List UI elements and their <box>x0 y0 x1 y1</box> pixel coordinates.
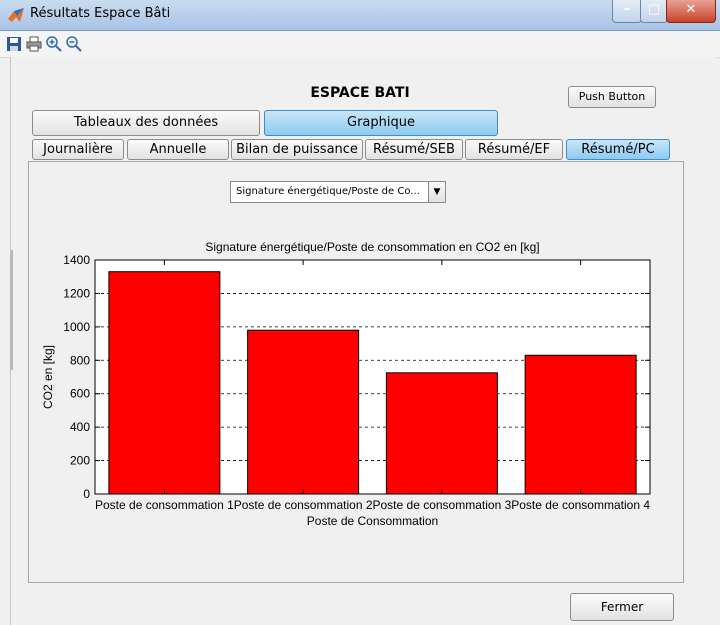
subtab-resume-seb[interactable]: Résumé/SEB <box>365 139 463 160</box>
minimize-button[interactable]: – <box>612 0 642 23</box>
x-tick-label: Poste de consommation 4 <box>511 498 650 512</box>
y-tick-label: 1400 <box>63 253 90 267</box>
tab-tableaux-des-donnees[interactable]: Tableaux des données <box>32 110 260 136</box>
y-tick-label: 0 <box>83 487 90 501</box>
chevron-down-icon[interactable]: ▼ <box>428 182 445 202</box>
save-icon[interactable] <box>6 36 22 52</box>
close-window-button[interactable]: ✕ <box>666 0 716 23</box>
tab-graphique[interactable]: Graphique <box>264 110 498 136</box>
matlab-icon <box>8 8 24 22</box>
fermer-button[interactable]: Fermer <box>570 593 674 621</box>
print-icon[interactable] <box>26 36 42 52</box>
y-tick-label: 1000 <box>63 320 90 334</box>
push-button[interactable]: Push Button <box>568 86 656 108</box>
y-tick-label: 1200 <box>63 286 90 300</box>
y-tick-label: 200 <box>70 454 90 468</box>
chart-title: Signature énergétique/Poste de consommat… <box>205 240 539 254</box>
bar <box>524 354 637 495</box>
subtab-annuelle[interactable]: Annuelle <box>127 139 229 160</box>
toolbar <box>0 31 720 58</box>
panel-edge <box>10 250 13 370</box>
x-axis-label: Poste de Consommation <box>307 514 438 528</box>
subtab-resume-pc[interactable]: Résumé/PC <box>566 139 670 160</box>
subtab-bilan-de-puissance[interactable]: Bilan de puissance <box>231 139 363 160</box>
window-title: Résultats Espace Bâti <box>30 6 171 21</box>
y-axis-label: CO2 en [kg] <box>41 345 55 409</box>
x-tick-label: Poste de consommation 1 <box>95 498 234 512</box>
minimize-icon: – <box>623 2 631 17</box>
zoom-out-icon[interactable] <box>66 36 82 52</box>
y-tick-label: 600 <box>70 387 90 401</box>
subtab-journaliere[interactable]: Journalière <box>32 139 124 160</box>
dropdown-selected-value: Signature énergétique/Poste de Co... <box>236 186 420 197</box>
bar <box>108 271 221 495</box>
maximize-icon: □ <box>647 2 661 17</box>
chart-type-dropdown[interactable]: Signature énergétique/Poste de Co... ▼ <box>230 181 446 203</box>
y-tick-label: 800 <box>70 353 90 367</box>
subtab-resume-ef[interactable]: Résumé/EF <box>465 139 563 160</box>
title-bar: Résultats Espace Bâti – □ ✕ <box>0 0 720 31</box>
bar-chart: 0 200 400 600 800 1000 1200 1400 Poste de consom… <box>41 240 651 528</box>
application-window: Résultats Espace Bâti – □ ✕ ESPACE BATI … <box>0 0 720 625</box>
y-tick-label: 400 <box>70 420 90 434</box>
x-tick-label: Poste de consommation 2 <box>234 498 373 512</box>
zoom-in-icon[interactable] <box>46 36 62 52</box>
maximize-button[interactable]: □ <box>640 0 668 23</box>
bar <box>247 329 360 495</box>
bar <box>385 372 498 495</box>
x-tick-label: Poste de consommation 3 <box>373 498 512 512</box>
close-icon: ✕ <box>685 2 697 17</box>
